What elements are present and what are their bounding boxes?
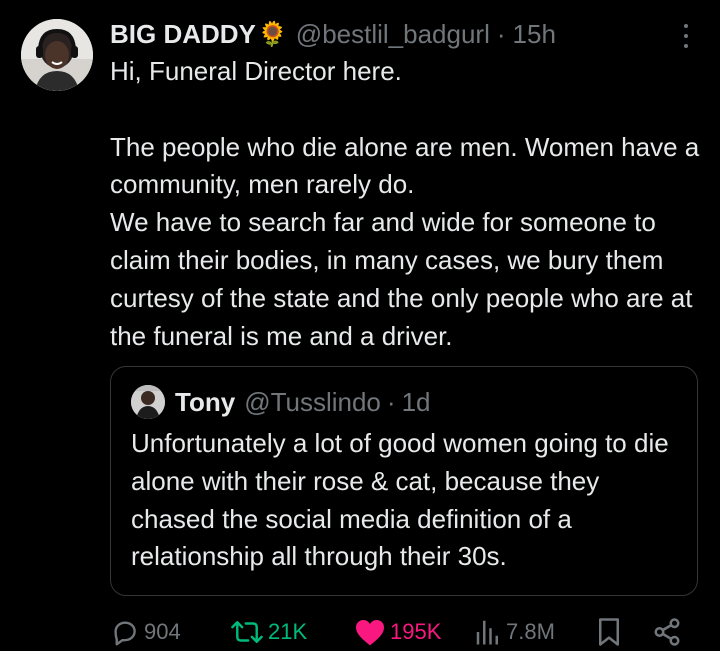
views-icon [476, 620, 498, 645]
like-count: 195K [390, 619, 442, 644]
author-avatar-image [21, 19, 93, 91]
quoted-tweet-timestamp: 1d [401, 386, 431, 417]
sunflower-emoji: 🌻 [257, 20, 288, 48]
more-icon[interactable] [676, 24, 696, 48]
reply-button[interactable]: 904 [110, 614, 181, 650]
author-handle[interactable]: @bestlil_badgurl [296, 19, 490, 50]
tweet-text: Hi, Funeral Director here. The people wh… [110, 56, 700, 351]
views-count: 7.8M [506, 619, 555, 644]
views-button[interactable]: 7.8M [474, 614, 555, 650]
author-avatar[interactable] [21, 19, 93, 91]
bookmark-button[interactable] [596, 614, 622, 650]
quoted-tweet-text: Unfortunately a lot of good women going … [131, 428, 669, 572]
separator-dot: · [386, 386, 396, 417]
share-icon [654, 618, 680, 646]
quoted-tweet[interactable]: Tony @Tusslindo · 1d Unfortunately a lot… [110, 366, 698, 596]
author-display-name[interactable]: BIG DADDY [110, 19, 256, 50]
quoted-tweet-header: Tony @Tusslindo · 1d [131, 385, 430, 419]
quoted-author-avatar [131, 385, 165, 419]
like-button[interactable]: 195K [354, 614, 441, 650]
action-bar: 904 21K 195K 7.8M [110, 614, 690, 650]
quoted-author-handle: @Tusslindo [244, 386, 381, 417]
retweet-count: 21K [268, 619, 308, 644]
retweet-icon [231, 621, 263, 643]
share-button[interactable] [652, 614, 682, 650]
reply-icon [114, 621, 136, 646]
reply-count: 904 [144, 619, 181, 644]
quoted-avatar-image [131, 385, 165, 419]
tweet-timestamp[interactable]: 15h [513, 19, 556, 50]
bookmark-icon [599, 618, 619, 646]
tweet-header: BIG DADDY 🌻 @bestlil_badgurl · 15h [110, 16, 556, 52]
like-icon [356, 620, 384, 646]
retweet-button[interactable]: 21K [230, 614, 307, 650]
quoted-author-display-name: Tony [175, 386, 236, 417]
separator-dot: · [496, 18, 506, 49]
